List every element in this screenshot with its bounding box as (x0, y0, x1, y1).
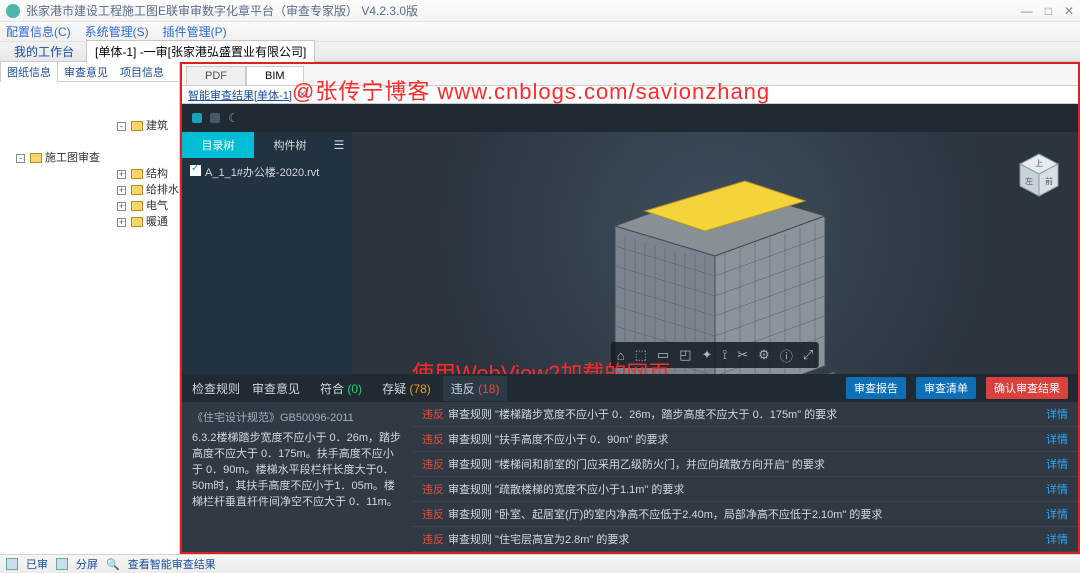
results-panel: 《住宅设计规范》GB50096-2011 6.3.2楼梯踏步宽度不应小于 0．2… (182, 402, 1078, 552)
wv-tool-box-icon[interactable] (210, 113, 220, 123)
left-panel-tabs: 图纸信息 审查意见 项目信息 (0, 62, 179, 82)
detail-link[interactable]: 详情 (1046, 506, 1068, 522)
violation-text: 审查规则 "住宅层高宜为2.8m" 的要求 (448, 531, 629, 547)
violation-tag: 违反 (422, 431, 444, 447)
bim-viewport[interactable]: 使用WebView2加载的网页 上 左 前 (352, 132, 1078, 374)
rule-standard-title: 《住宅设计规范》GB50096-2011 (192, 410, 402, 426)
left-tab-review[interactable]: 审查意见 (58, 62, 114, 82)
tab-pdf[interactable]: PDF (186, 66, 246, 85)
violation-list[interactable]: 违反审查规则 "楼梯踏步宽度不应小于 0．26m，踏步高度不应大于 0．175m… (412, 402, 1078, 552)
status-view-results[interactable]: 查看智能审查结果 (128, 556, 216, 572)
menu-bar: 配置信息(C) 系统管理(S) 插件管理(P) (0, 22, 1080, 42)
menu-plugin[interactable]: 插件管理(P) (163, 23, 227, 40)
info-icon[interactable]: ⓘ (780, 346, 793, 365)
violation-row[interactable]: 违反审查规则 "卧室、起居室(厅)的室内净高不应低于2.40m，局部净高不应低于… (412, 502, 1078, 527)
status-reviewed[interactable]: 已审 (26, 556, 48, 572)
violation-tag: 违反 (422, 481, 444, 497)
box-icon[interactable]: ◰ (679, 347, 691, 363)
status-bar: 已审 分屏 🔍 查看智能审查结果 (0, 554, 1080, 573)
violation-row[interactable]: 违反审查规则 "楼梯踏步宽度不应小于 0．26m，踏步高度不应大于 0．175m… (412, 402, 1078, 427)
search-icon: 🔍 (106, 558, 120, 571)
settings-icon[interactable]: ⚙ (758, 347, 770, 363)
rtab-review[interactable]: 审查意见 (244, 376, 308, 401)
violation-text: 审查规则 "卧室、起居室(厅)的室内净高不应低于2.40m，局部净高不应低于2.… (448, 506, 882, 522)
violation-row[interactable]: 违反审查规则 "楼梯间和前室的门应采用乙级防火门，并应向疏散方向开启" 的要求 详… (412, 452, 1078, 477)
btn-review-report[interactable]: 审查报告 (846, 377, 906, 399)
status-split[interactable]: 分屏 (76, 556, 98, 572)
menu-config[interactable]: 配置信息(C) (6, 23, 71, 40)
side-tab-component[interactable]: 构件树 (254, 132, 326, 158)
minimize-button[interactable]: — (1021, 4, 1033, 18)
svg-text:前: 前 (1045, 176, 1053, 186)
left-tab-drawing[interactable]: 图纸信息 (0, 61, 58, 82)
tab-current-doc[interactable]: [单体-1] -一审[张家港弘盛置业有限公司] (86, 40, 315, 63)
rules-bar: 检查规则 审查意见 符合 (0) 存疑 (78) 违反 (18) 审查报告 审查… (182, 374, 1078, 402)
expand-icon[interactable]: ⤢ (803, 347, 813, 363)
rule-text: 6.3.2楼梯踏步宽度不应小于 0．26m，踏步高度不应大于 0．175m。扶手… (192, 430, 402, 510)
window-titlebar: 张家港市建设工程施工图E联审审数字化章平台（审查专家版） V4.2.3.0版 —… (0, 0, 1080, 22)
detail-link[interactable]: 详情 (1046, 431, 1068, 447)
tab-my-workspace[interactable]: 我的工作台 (6, 41, 82, 62)
watermark-blog: @张传宁博客 www.cnblogs.com/savionzhang (292, 74, 770, 106)
result-tab-label[interactable]: 智能审查结果[单体-1] (188, 87, 292, 103)
violation-text: 审查规则 "扶手高度不应小于 0．90m" 的要求 (448, 431, 669, 447)
model-file-label[interactable]: A_1_1#办公楼-2020.rvt (205, 167, 319, 179)
detail-link[interactable]: 详情 (1046, 406, 1068, 422)
btn-confirm-result[interactable]: 确认审查结果 (986, 377, 1068, 399)
violation-tag: 违反 (422, 456, 444, 472)
violation-text: 审查规则 "楼梯间和前室的门应采用乙级防火门，并应向疏散方向开启" 的要求 (448, 456, 825, 472)
maximize-button[interactable]: □ (1045, 4, 1052, 18)
main-panel: @张传宁博客 www.cnblogs.com/savionzhang PDF B… (180, 62, 1080, 554)
detail-link[interactable]: 详情 (1046, 531, 1068, 547)
detail-link[interactable]: 详情 (1046, 456, 1068, 472)
violation-tag: 违反 (422, 531, 444, 547)
app-icon (6, 4, 20, 18)
violation-row[interactable]: 违反审查规则 "扶手高度不应小于 0．90m" 的要求 详情 (412, 427, 1078, 452)
svg-text:上: 上 (1035, 159, 1043, 168)
side-tab-tree[interactable]: 目录树 (182, 132, 254, 158)
violation-tag: 违反 (422, 406, 444, 422)
detail-link[interactable]: 详情 (1046, 481, 1068, 497)
rules-label: 检查规则 (192, 380, 240, 397)
walk-icon[interactable]: ✦ (702, 347, 713, 363)
rtab-pass[interactable]: 符合 (0) (312, 376, 370, 401)
violation-text: 审查规则 "楼梯踏步宽度不应小于 0．26m，踏步高度不应大于 0．175m" … (448, 406, 837, 422)
left-panel: 图纸信息 审查意见 项目信息 -施工图审查 -建筑 总平面图 -建筑图纸 -◆本… (0, 62, 180, 554)
wv-tool-theme-icon[interactable]: ☾ (228, 111, 239, 125)
wv-tool-home-icon[interactable] (192, 113, 202, 123)
watermark-webview: 使用WebView2加载的网页 (412, 356, 670, 374)
measure-icon[interactable]: ⟟ (722, 347, 727, 363)
window-title: 张家港市建设工程施工图E联审审数字化章平台（审查专家版） V4.2.3.0版 (26, 2, 418, 19)
rule-detail: 《住宅设计规范》GB50096-2011 6.3.2楼梯踏步宽度不应小于 0．2… (182, 402, 412, 552)
model-checkbox[interactable] (190, 165, 201, 176)
webview-sidebar: 目录树 构件树 ☰ A_1_1#办公楼-2020.rvt (182, 132, 352, 374)
violation-text: 审查规则 "疏散楼梯的宽度不应小于1.1m" 的要求 (448, 481, 684, 497)
rtab-violate[interactable]: 违反 (18) (443, 376, 508, 401)
violation-row[interactable]: 违反审查规则 "住宅层高宜为2.8m" 的要求 详情 (412, 527, 1078, 552)
side-menu-icon[interactable]: ☰ (326, 132, 352, 158)
webview-container: ☾ 目录树 构件树 ☰ A_1_1#办公楼-2020.rvt 使用WebView… (182, 104, 1078, 552)
close-button[interactable]: ✕ (1064, 4, 1074, 18)
left-tab-project[interactable]: 项目信息 (114, 62, 170, 82)
drawing-tree[interactable]: -施工图审查 -建筑 总平面图 -建筑图纸 -◆本轮新增 ⚠A_1_1#办公楼-… (0, 82, 179, 554)
view-cube[interactable]: 上 左 前 (1016, 152, 1062, 198)
document-tabs: 我的工作台 [单体-1] -一审[张家港弘盛置业有限公司] (0, 42, 1080, 62)
svg-text:左: 左 (1025, 176, 1033, 186)
violation-tag: 违反 (422, 506, 444, 522)
webview-toolbar: ☾ (182, 104, 1078, 132)
rtab-doubt[interactable]: 存疑 (78) (374, 376, 439, 401)
btn-review-list[interactable]: 审查清单 (916, 377, 976, 399)
status-icon-split (56, 558, 68, 570)
menu-system[interactable]: 系统管理(S) (85, 23, 149, 40)
cut-icon[interactable]: ✂ (737, 347, 748, 363)
violation-row[interactable]: 违反审查规则 "疏散楼梯的宽度不应小于1.1m" 的要求 详情 (412, 477, 1078, 502)
status-icon-reviewed (6, 558, 18, 570)
